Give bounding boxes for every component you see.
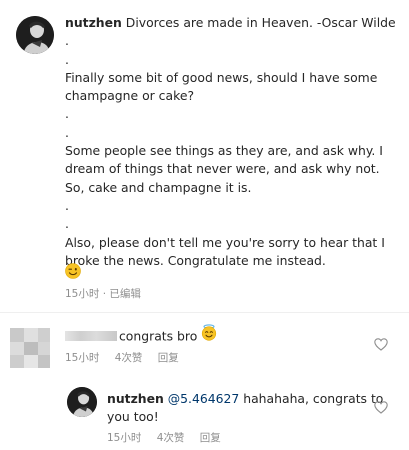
- post-meta: 15小时 · 已编辑: [65, 288, 141, 300]
- comment-text: congrats bro: [65, 324, 217, 348]
- commenter-avatar[interactable]: [10, 328, 50, 368]
- caption-line: broke the news. Congratulate me instead.: [65, 252, 326, 268]
- caption-line: So, cake and champagne it is.: [65, 179, 252, 195]
- reply-body-line2: you too!: [107, 409, 159, 424]
- caption-line: Also, please don't tell me you're sorry …: [65, 234, 385, 250]
- caption-line: Divorces are made in Heaven. -Oscar Wild…: [125, 15, 396, 30]
- reply-time: 15小时: [107, 432, 142, 444]
- caption-line: .: [65, 197, 69, 213]
- reply-text: nutzhen @5.464627 hahahaha, congrats to …: [107, 390, 383, 426]
- caption-line: .: [65, 33, 69, 49]
- blurred-username[interactable]: [65, 331, 117, 342]
- wink-face-emoji: [65, 263, 81, 279]
- reply-like-heart-icon[interactable]: [374, 401, 388, 414]
- caption-line: .: [65, 216, 69, 232]
- reply-body: hahahaha, congrats to: [239, 391, 384, 406]
- reply-meta: 15小时 4次赞 回复: [107, 430, 233, 445]
- smiling-face-with-halo-emoji: [201, 324, 217, 346]
- comment-reply-button[interactable]: 回复: [158, 352, 179, 364]
- post-author-avatar[interactable]: [16, 16, 54, 54]
- caption-line: champagne or cake?: [65, 88, 195, 104]
- post-author-username[interactable]: nutzhen: [65, 15, 122, 30]
- caption-line: Finally some bit of good news, should I …: [65, 69, 378, 85]
- reply-mention-link[interactable]: @5.464627: [168, 391, 240, 406]
- comment-body: congrats bro: [119, 328, 198, 344]
- caption-line: .: [65, 106, 69, 122]
- divider: [0, 312, 409, 313]
- caption-line: Some people see things as they are, and …: [65, 143, 383, 159]
- caption-line: dream of things that never were, and ask…: [65, 161, 380, 177]
- comment-thread: { "post": { "username": "nutzhen", "line…: [0, 0, 409, 450]
- comment-likes[interactable]: 4次赞: [115, 352, 143, 364]
- comment-meta: 15小时 4次赞 回复: [65, 350, 191, 365]
- reply-likes[interactable]: 4次赞: [157, 432, 185, 444]
- reply-author-avatar[interactable]: [67, 387, 97, 417]
- reply-reply-button[interactable]: 回复: [200, 432, 221, 444]
- post-caption: nutzhen Divorces are made in Heaven. -Os…: [65, 14, 403, 270]
- reply-author-username[interactable]: nutzhen: [107, 391, 164, 406]
- caption-line: .: [65, 124, 69, 140]
- comment-time: 15小时: [65, 352, 100, 364]
- comment-like-heart-icon[interactable]: [374, 338, 388, 351]
- caption-line: .: [65, 51, 69, 67]
